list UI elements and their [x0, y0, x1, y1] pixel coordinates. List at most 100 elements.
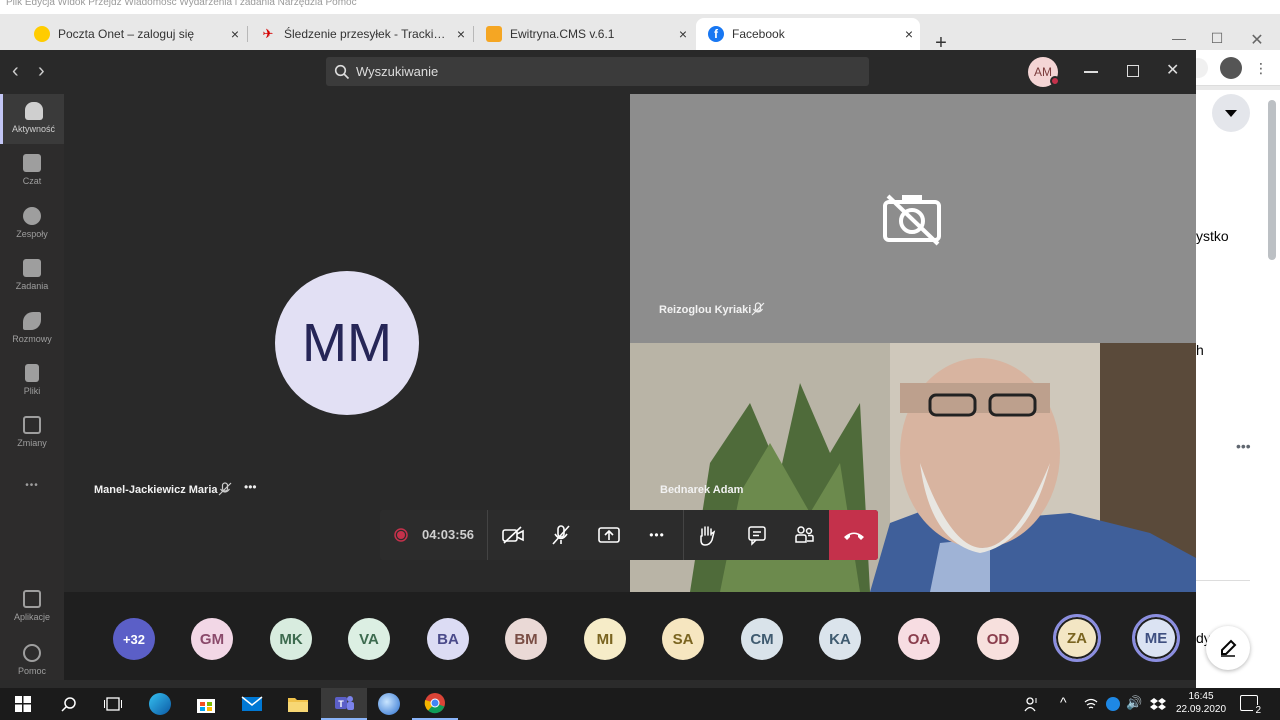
- svg-text:T: T: [338, 699, 344, 709]
- share-screen-button[interactable]: [585, 510, 633, 560]
- more-actions-button[interactable]: •••: [633, 510, 681, 560]
- teams-app-active[interactable]: T: [321, 688, 367, 720]
- participant-name: Reizoglou Kyriaki: [659, 304, 752, 316]
- new-message-button[interactable]: [1206, 626, 1250, 670]
- tab-ewitryna-cms[interactable]: Ewitryna.CMS v.6.1 ×: [474, 18, 694, 50]
- participant-tile-right-top[interactable]: Reizoglou Kyriaki: [630, 94, 1196, 343]
- edge-icon: [149, 693, 171, 715]
- roster-avatar[interactable]: OA: [898, 618, 940, 660]
- scrollbar[interactable]: [1268, 100, 1276, 260]
- tab-title: Poczta Onet – zaloguj się: [58, 27, 195, 41]
- rail-item-zmiany[interactable]: Zmiany: [0, 408, 64, 458]
- roster-avatar[interactable]: MK: [270, 618, 312, 660]
- user-initials: AM: [1034, 65, 1052, 79]
- browser-tabstrip: Poczta Onet – zaloguj się × ✈ Śledzenie …: [0, 14, 1280, 54]
- people-icon[interactable]: [1024, 696, 1040, 717]
- edge-app[interactable]: [137, 688, 183, 720]
- avatar-initials: BM: [514, 630, 538, 648]
- bell-icon: [24, 102, 43, 120]
- file-explorer-app[interactable]: [275, 688, 321, 720]
- rail-item-aplikacje[interactable]: Aplikacje: [0, 582, 64, 632]
- participant-avatar: MM: [275, 271, 419, 415]
- teams-title-bar: ‹ › Wyszukiwanie AM ✕: [0, 50, 1196, 94]
- rail-item-rozmowy[interactable]: Rozmowy: [0, 304, 64, 354]
- teams-icon: [23, 207, 41, 225]
- search-taskbar-button[interactable]: [46, 688, 92, 720]
- task-view-button[interactable]: [90, 688, 136, 720]
- avatar-initials: ME: [1144, 629, 1168, 647]
- rail-label: Pomoc: [17, 666, 46, 676]
- roster-avatar[interactable]: SA: [662, 618, 704, 660]
- store-app[interactable]: [183, 688, 229, 720]
- mail-app[interactable]: [229, 688, 275, 720]
- files-icon: [25, 364, 39, 382]
- folder-icon: [288, 698, 308, 712]
- participant-more-options[interactable]: •••: [244, 480, 257, 494]
- apps-icon: [23, 590, 41, 608]
- roster-avatar[interactable]: GM: [191, 618, 233, 660]
- menu-dots-icon[interactable]: ⋮: [1254, 60, 1268, 77]
- notification-center-icon[interactable]: 2: [1240, 695, 1263, 716]
- close-tab-icon[interactable]: ×: [672, 26, 694, 42]
- forward-button[interactable]: ›: [38, 61, 45, 81]
- tab-title: Ewitryna.CMS v.6.1: [510, 27, 615, 41]
- profile-icon[interactable]: [1220, 57, 1242, 79]
- roster-avatar[interactable]: OD: [977, 618, 1019, 660]
- participants-button[interactable]: [781, 510, 829, 560]
- tab-facebook[interactable]: f Facebook ×: [696, 18, 920, 50]
- rail-item-czat[interactable]: Czat: [0, 146, 64, 196]
- roster-avatar-speaking[interactable]: ME: [1132, 614, 1180, 662]
- dropdown-button[interactable]: [1212, 94, 1250, 132]
- roster-avatar[interactable]: VA: [348, 618, 390, 660]
- mic-off-icon: [751, 302, 765, 316]
- close-icon[interactable]: ✕: [1166, 60, 1179, 80]
- rail-item-zespoly[interactable]: Zespoły: [0, 199, 64, 249]
- start-button[interactable]: [0, 688, 46, 720]
- tab-sledzenie-przesylek[interactable]: ✈ Śledzenie przesyłek - Tracking | e ×: [248, 18, 472, 50]
- system-clock[interactable]: 16:45 22.09.2020: [1170, 690, 1232, 716]
- close-tab-icon[interactable]: ×: [224, 26, 246, 42]
- dropbox-icon[interactable]: [1150, 697, 1166, 716]
- hang-up-button[interactable]: [829, 510, 878, 560]
- roster-avatar[interactable]: MI: [584, 618, 626, 660]
- search-input[interactable]: Wyszukiwanie: [326, 57, 869, 86]
- wifi-icon[interactable]: [1084, 697, 1098, 716]
- roster-avatar[interactable]: KA: [819, 618, 861, 660]
- clock-date: 22.09.2020: [1175, 704, 1227, 715]
- thunderbird-app[interactable]: [366, 688, 412, 720]
- overflow-participants-count[interactable]: +32: [113, 618, 155, 660]
- close-tab-icon[interactable]: ×: [450, 26, 472, 42]
- close-window-icon[interactable]: ✕: [1242, 30, 1272, 50]
- rail-item-pomoc[interactable]: Pomoc: [0, 636, 64, 686]
- chat-button[interactable]: [733, 510, 781, 560]
- back-button[interactable]: ‹: [12, 61, 19, 81]
- more-apps-button[interactable]: •••: [0, 480, 64, 491]
- rail-item-pliki[interactable]: Pliki: [0, 356, 64, 406]
- close-tab-icon[interactable]: ×: [898, 26, 920, 42]
- raise-hand-button[interactable]: [683, 510, 731, 560]
- avatar-initials: MK: [279, 630, 303, 648]
- minimize-icon[interactable]: —: [1164, 30, 1194, 46]
- volume-icon[interactable]: 🔊: [1126, 695, 1142, 711]
- security-icon[interactable]: [1106, 697, 1120, 711]
- avatar-initials: KA: [829, 630, 851, 648]
- roster-avatar-speaking[interactable]: ZA: [1053, 614, 1101, 662]
- avatar-initials: VA: [359, 630, 379, 648]
- rail-item-aktywnosc[interactable]: Aktywność: [0, 94, 64, 144]
- thunderbird-icon: [378, 693, 400, 715]
- chevron-up-icon[interactable]: ^: [1060, 694, 1067, 710]
- camera-toggle-button[interactable]: [489, 510, 537, 560]
- windows-logo-icon: [15, 696, 31, 712]
- minimize-icon[interactable]: [1084, 71, 1098, 73]
- more-icon[interactable]: •••: [1236, 438, 1251, 454]
- roster-avatar[interactable]: CM: [741, 618, 783, 660]
- maximize-icon[interactable]: [1127, 65, 1139, 77]
- raise-hand-icon: [700, 526, 716, 546]
- roster-avatar[interactable]: BA: [427, 618, 469, 660]
- roster-avatar[interactable]: BM: [505, 618, 547, 660]
- rail-item-zadania[interactable]: Zadania: [0, 251, 64, 301]
- maximize-icon[interactable]: ☐: [1202, 30, 1232, 47]
- chrome-app[interactable]: [412, 688, 458, 720]
- mute-button[interactable]: [537, 510, 585, 560]
- tab-poczta-onet[interactable]: Poczta Onet – zaloguj się ×: [22, 18, 246, 50]
